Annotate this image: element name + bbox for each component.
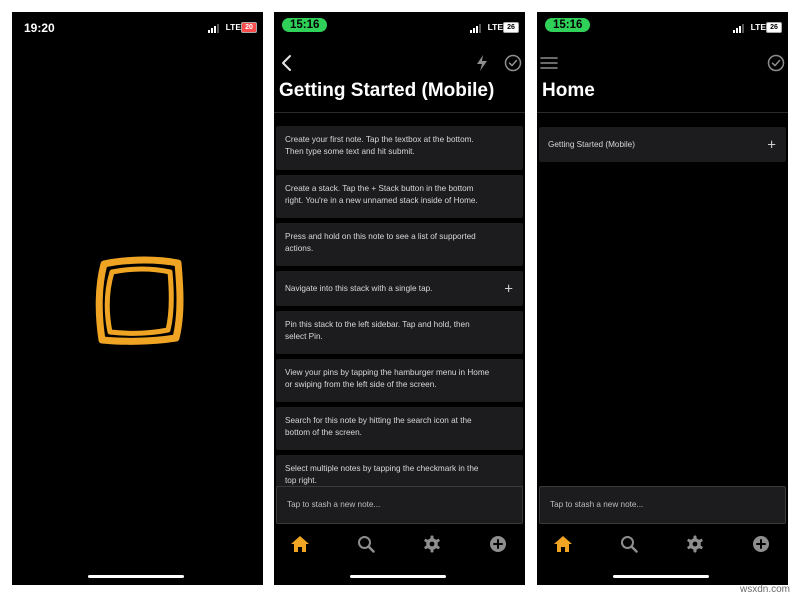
home-icon [554,536,572,552]
status-time: 15:16 [545,18,591,32]
note-text: View your pins by tapping the hamburger … [285,368,490,389]
tab-add[interactable] [749,532,773,556]
battery-icon: 26 [766,22,782,33]
tab-bar [537,532,788,556]
splash-screen: 19:20 LTE 20 [12,12,263,585]
home-indicator[interactable] [350,575,446,578]
app-logo-square-icon [95,256,184,345]
chevron-left-icon [282,55,291,71]
status-bar: 19:20 LTE 20 [12,12,263,42]
tab-home[interactable] [551,532,575,556]
back-button[interactable] [276,52,298,74]
tab-bar [274,532,525,556]
home-indicator[interactable] [88,575,184,578]
divider [274,112,525,113]
new-note-input[interactable]: Tap to stash a new note... [276,486,523,524]
tab-home[interactable] [288,532,312,556]
search-icon [358,536,375,553]
add-circle-icon [490,536,506,552]
hamburger-menu-icon [540,57,558,69]
gear-icon [687,535,703,553]
network-label: LTE [750,22,766,32]
note-text: Pin this stack to the left sidebar. Tap … [285,320,470,341]
menu-button[interactable] [538,52,560,74]
signal-icon [208,24,220,33]
watermark: wsxdn.com [739,584,790,595]
note-text: Create a stack. Tap the + Stack button i… [285,184,478,205]
new-note-input[interactable]: Tap to stash a new note... [539,486,786,524]
lightning-icon [477,55,487,71]
network-label: LTE [487,22,503,32]
signal-icon [733,24,745,33]
quick-actions-button[interactable] [471,52,493,74]
tab-search[interactable] [354,532,378,556]
status-bar: 15:16 LTE 26 [537,12,788,42]
add-to-stack-icon[interactable]: + [767,137,776,152]
status-bar: 15:16 LTE 26 [274,12,525,42]
checkmark-circle-icon [767,54,785,72]
note-card[interactable]: Search for this note by hitting the sear… [276,407,523,450]
add-circle-icon [753,536,769,552]
note-text: Press and hold on this note to see a lis… [285,232,476,253]
select-button[interactable] [502,52,524,74]
select-button[interactable] [765,52,787,74]
note-card[interactable]: Pin this stack to the left sidebar. Tap … [276,311,523,354]
divider [537,112,788,113]
status-time: 15:16 [282,18,328,32]
signal-icon [470,24,482,33]
tab-add[interactable] [486,532,510,556]
stack-card[interactable]: Navigate into this stack with a single t… [276,271,523,306]
tab-settings[interactable] [683,532,707,556]
gear-icon [424,535,440,553]
home-screen: 15:16 LTE 26 Home Getting Started (Mobil… [537,12,788,585]
page-title: Home [542,80,595,101]
stack-card[interactable]: Getting Started (Mobile) + [539,127,786,162]
stack-text: Getting Started (Mobile) [548,140,635,149]
note-text: Create your first note. Tap the textbox … [285,135,474,156]
note-card[interactable]: View your pins by tapping the hamburger … [276,359,523,402]
add-to-stack-icon[interactable]: + [504,281,513,296]
tab-search[interactable] [617,532,641,556]
getting-started-screen: 15:16 LTE 26 Getting Started (Mobile) Cr… [274,12,525,585]
nav-bar [537,48,788,78]
home-indicator[interactable] [613,575,709,578]
stack-text: Navigate into this stack with a single t… [285,284,433,293]
nav-bar [274,48,525,78]
page-title: Getting Started (Mobile) [279,80,495,101]
battery-icon: 20 [241,22,257,33]
status-time: 19:20 [24,21,55,35]
search-icon [621,536,638,553]
home-icon [291,536,309,552]
checkmark-circle-icon [504,54,522,72]
note-text: Search for this note by hitting the sear… [285,416,472,437]
tab-settings[interactable] [420,532,444,556]
note-card[interactable]: Press and hold on this note to see a lis… [276,223,523,266]
network-label: LTE [225,22,241,32]
note-card[interactable]: Create your first note. Tap the textbox … [276,126,523,170]
notes-list[interactable]: Create your first note. Tap the textbox … [274,123,525,491]
battery-icon: 26 [503,22,519,33]
stacks-list[interactable]: Getting Started (Mobile) + [537,123,788,491]
note-card[interactable]: Create a stack. Tap the + Stack button i… [276,175,523,218]
note-text: Select multiple notes by tapping the che… [285,464,479,485]
